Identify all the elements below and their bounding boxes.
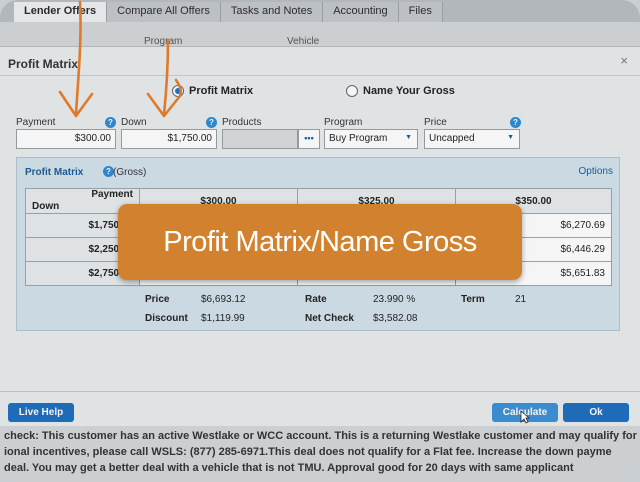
screen-frame: Lender Offers Compare All Offers Tasks a… <box>0 0 640 482</box>
annotation-arrow-payment <box>74 0 82 116</box>
caption-banner: Profit Matrix/Name Gross <box>118 204 522 280</box>
annotation-arrow-radio <box>174 78 183 98</box>
annotation-arrow-down <box>162 38 170 116</box>
mouse-pointer-icon <box>520 410 530 424</box>
